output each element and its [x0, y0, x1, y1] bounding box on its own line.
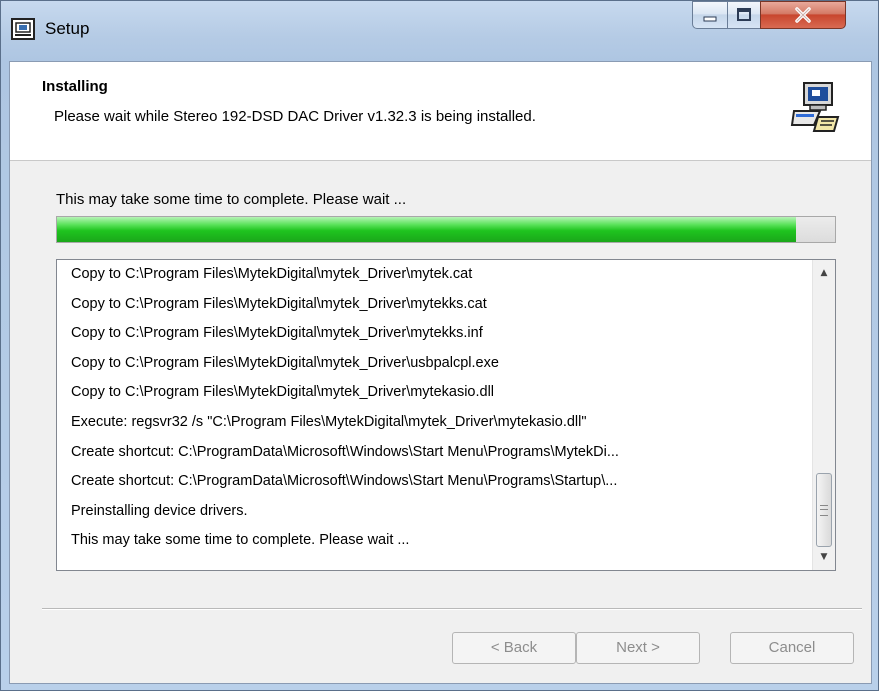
title-bar[interactable]: Setup — [1, 1, 878, 61]
scroll-up-arrow-icon[interactable]: ▲ — [813, 262, 835, 284]
status-text: This may take some time to complete. Ple… — [56, 191, 407, 208]
minimize-icon — [703, 16, 717, 22]
close-icon — [795, 7, 811, 23]
dialog-content: Installing Please wait while Stereo 192-… — [9, 61, 872, 684]
log-line: Execute: regsvr32 /s "C:\Program Files\M… — [71, 413, 587, 430]
log-line: Create shortcut: C:\ProgramData\Microsof… — [71, 473, 618, 490]
header-panel: Installing Please wait while Stereo 192-… — [10, 62, 871, 161]
page-subtitle: Please wait while Stereo 192-DSD DAC Dri… — [54, 108, 536, 125]
install-log[interactable]: Copy to C:\Program Files\MytekDigital\my… — [56, 259, 836, 571]
maximize-icon — [737, 8, 751, 21]
cancel-button[interactable]: Cancel — [730, 632, 854, 664]
log-line: Copy to C:\Program Files\MytekDigital\my… — [71, 295, 487, 312]
log-line: Copy to C:\Program Files\MytekDigital\my… — [71, 384, 495, 401]
progress-fill — [57, 217, 797, 242]
maximize-button[interactable] — [727, 1, 761, 29]
scroll-down-arrow-icon[interactable]: ▼ — [813, 546, 835, 568]
log-scrollbar[interactable]: ▲ ▼ — [812, 260, 835, 570]
log-line: Copy to C:\Program Files\MytekDigital\my… — [71, 325, 483, 342]
log-line: This may take some time to complete. Ple… — [71, 532, 410, 549]
page-title: Installing — [42, 78, 108, 95]
computer-setup-icon — [790, 82, 840, 132]
log-line: Copy to C:\Program Files\MytekDigital\my… — [71, 354, 499, 371]
back-button[interactable]: < Back — [452, 632, 576, 664]
close-button[interactable] — [760, 1, 846, 29]
log-line: Preinstalling device drivers. — [71, 502, 248, 519]
next-button[interactable]: Next > — [576, 632, 700, 664]
window-title: Setup — [45, 19, 90, 38]
separator — [42, 608, 862, 610]
progress-bar — [56, 216, 836, 243]
log-lines: Copy to C:\Program Files\MytekDigital\my… — [57, 260, 811, 570]
grip-icon — [820, 505, 828, 516]
minimize-button[interactable] — [692, 1, 728, 29]
log-line: Create shortcut: C:\ProgramData\Microsof… — [71, 443, 619, 460]
log-line: Copy to C:\Program Files\MytekDigital\my… — [71, 266, 473, 282]
scroll-thumb[interactable] — [816, 473, 832, 547]
setup-app-icon — [11, 18, 35, 40]
setup-window: Setup Installing Please wait while Stere… — [0, 0, 879, 691]
